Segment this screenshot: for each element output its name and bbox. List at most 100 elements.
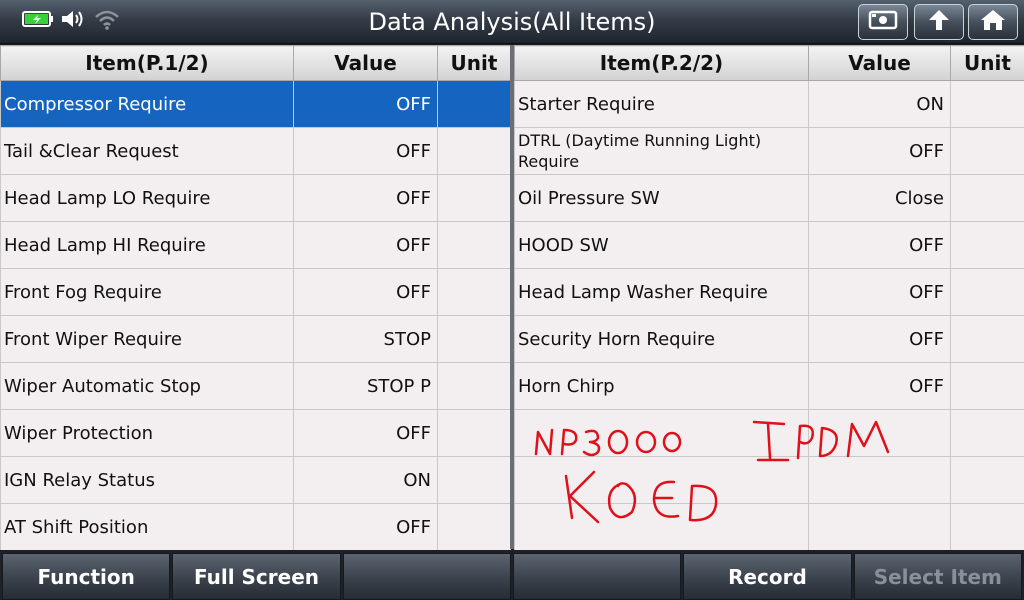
table-row[interactable]: Security Horn Require OFF xyxy=(514,315,1024,363)
item-unit xyxy=(950,456,1024,504)
item-value: ON xyxy=(293,456,438,504)
item-name: IGN Relay Status xyxy=(0,456,294,504)
item-unit xyxy=(950,315,1024,363)
item-value xyxy=(808,456,951,504)
item-name: Oil Pressure SW xyxy=(514,174,809,222)
item-name xyxy=(514,409,809,457)
item-unit xyxy=(950,221,1024,269)
item-value: OFF xyxy=(293,268,438,316)
column-header-item[interactable]: Item(P.2/2) xyxy=(514,45,809,81)
table-row[interactable]: Head Lamp LO Require OFF xyxy=(0,174,511,222)
item-name: Head Lamp Washer Require xyxy=(514,268,809,316)
table-row[interactable]: Head Lamp Washer Require OFF xyxy=(514,268,1024,316)
screenshot-button[interactable] xyxy=(858,4,908,40)
table-row[interactable]: Front Wiper Require STOP xyxy=(0,315,511,363)
item-name: Horn Chirp xyxy=(514,362,809,410)
data-table-page-1: Item(P.1/2) Value Unit Compressor Requir… xyxy=(0,45,511,551)
item-name xyxy=(514,503,809,551)
record-button[interactable]: Record xyxy=(683,553,852,600)
item-value: OFF xyxy=(293,80,438,128)
data-table-page-2: Item(P.2/2) Value Unit Starter Require O… xyxy=(514,45,1024,551)
item-unit xyxy=(950,174,1024,222)
empty-button-4[interactable] xyxy=(512,553,682,600)
item-name xyxy=(514,456,809,504)
item-unit xyxy=(950,362,1024,410)
table-row[interactable]: Head Lamp HI Require OFF xyxy=(0,221,511,269)
table-row[interactable] xyxy=(514,456,1024,504)
item-name: Head Lamp HI Require xyxy=(0,221,294,269)
item-value: Close xyxy=(808,174,951,222)
bottom-toolbar: Function Full Screen Record Select Item xyxy=(0,550,1024,600)
item-unit xyxy=(437,80,511,128)
back-arrow-icon xyxy=(925,8,953,36)
item-name: Wiper Automatic Stop xyxy=(0,362,294,410)
back-button[interactable] xyxy=(914,4,964,40)
item-name: Compressor Require xyxy=(0,80,294,128)
item-name: HOOD SW xyxy=(514,221,809,269)
item-value: OFF xyxy=(293,221,438,269)
table-row[interactable] xyxy=(514,503,1024,551)
column-header-unit[interactable]: Unit xyxy=(437,45,511,81)
table-row[interactable]: Front Fog Require OFF xyxy=(0,268,511,316)
item-value: OFF xyxy=(293,503,438,551)
table-row[interactable]: Wiper Automatic Stop STOP P xyxy=(0,362,511,410)
item-value: OFF xyxy=(293,174,438,222)
item-unit xyxy=(437,174,511,222)
item-unit xyxy=(950,268,1024,316)
item-name: Tail &Clear Request xyxy=(0,127,294,175)
column-header-value[interactable]: Value xyxy=(293,45,438,81)
item-value: ON xyxy=(808,80,951,128)
item-unit xyxy=(950,503,1024,551)
table-row[interactable]: HOOD SW OFF xyxy=(514,221,1024,269)
item-name: DTRL (Daytime Running Light) Require xyxy=(514,127,809,175)
item-unit xyxy=(437,268,511,316)
table-row[interactable]: Horn Chirp OFF xyxy=(514,362,1024,410)
item-name: Front Fog Require xyxy=(0,268,294,316)
item-unit xyxy=(437,503,511,551)
item-value xyxy=(808,409,951,457)
item-unit xyxy=(950,409,1024,457)
item-unit xyxy=(437,456,511,504)
table-row[interactable]: Wiper Protection OFF xyxy=(0,409,511,457)
item-value: OFF xyxy=(808,315,951,363)
home-button[interactable] xyxy=(968,4,1018,40)
item-unit xyxy=(437,315,511,363)
item-name: AT Shift Position xyxy=(0,503,294,551)
table-row[interactable]: AT Shift Position OFF xyxy=(0,503,511,551)
title-bar: Data Analysis(All Items) xyxy=(0,0,1024,44)
column-header-item[interactable]: Item(P.1/2) xyxy=(0,45,294,81)
item-unit xyxy=(437,409,511,457)
table-row[interactable]: IGN Relay Status ON xyxy=(0,456,511,504)
item-unit xyxy=(950,80,1024,128)
screenshot-icon xyxy=(868,9,898,35)
table-row[interactable] xyxy=(514,409,1024,457)
column-header-value[interactable]: Value xyxy=(808,45,951,81)
item-name: Starter Require xyxy=(514,80,809,128)
home-icon xyxy=(979,8,1007,36)
full-screen-button[interactable]: Full Screen xyxy=(172,553,341,600)
item-unit xyxy=(950,127,1024,175)
empty-button-3[interactable] xyxy=(342,553,511,600)
item-value xyxy=(808,503,951,551)
table-row[interactable]: Starter Require ON xyxy=(514,80,1024,128)
item-name: Front Wiper Require xyxy=(0,315,294,363)
item-value: OFF xyxy=(808,268,951,316)
column-header-unit[interactable]: Unit xyxy=(950,45,1024,81)
table-row[interactable]: Compressor Require OFF xyxy=(0,80,511,128)
function-button[interactable]: Function xyxy=(2,553,171,600)
item-value: STOP P xyxy=(293,362,438,410)
select-item-button[interactable]: Select Item xyxy=(853,553,1022,600)
item-value: STOP xyxy=(293,315,438,363)
table-row[interactable]: DTRL (Daytime Running Light) Require OFF xyxy=(514,127,1024,175)
item-value: OFF xyxy=(808,362,951,410)
item-value: OFF xyxy=(808,221,951,269)
item-name: Security Horn Require xyxy=(514,315,809,363)
table-row[interactable]: Oil Pressure SW Close xyxy=(514,174,1024,222)
item-value: OFF xyxy=(293,409,438,457)
item-unit xyxy=(437,127,511,175)
item-value: OFF xyxy=(293,127,438,175)
item-unit xyxy=(437,221,511,269)
item-name: Head Lamp LO Require xyxy=(0,174,294,222)
item-value: OFF xyxy=(808,127,951,175)
table-row[interactable]: Tail &Clear Request OFF xyxy=(0,127,511,175)
